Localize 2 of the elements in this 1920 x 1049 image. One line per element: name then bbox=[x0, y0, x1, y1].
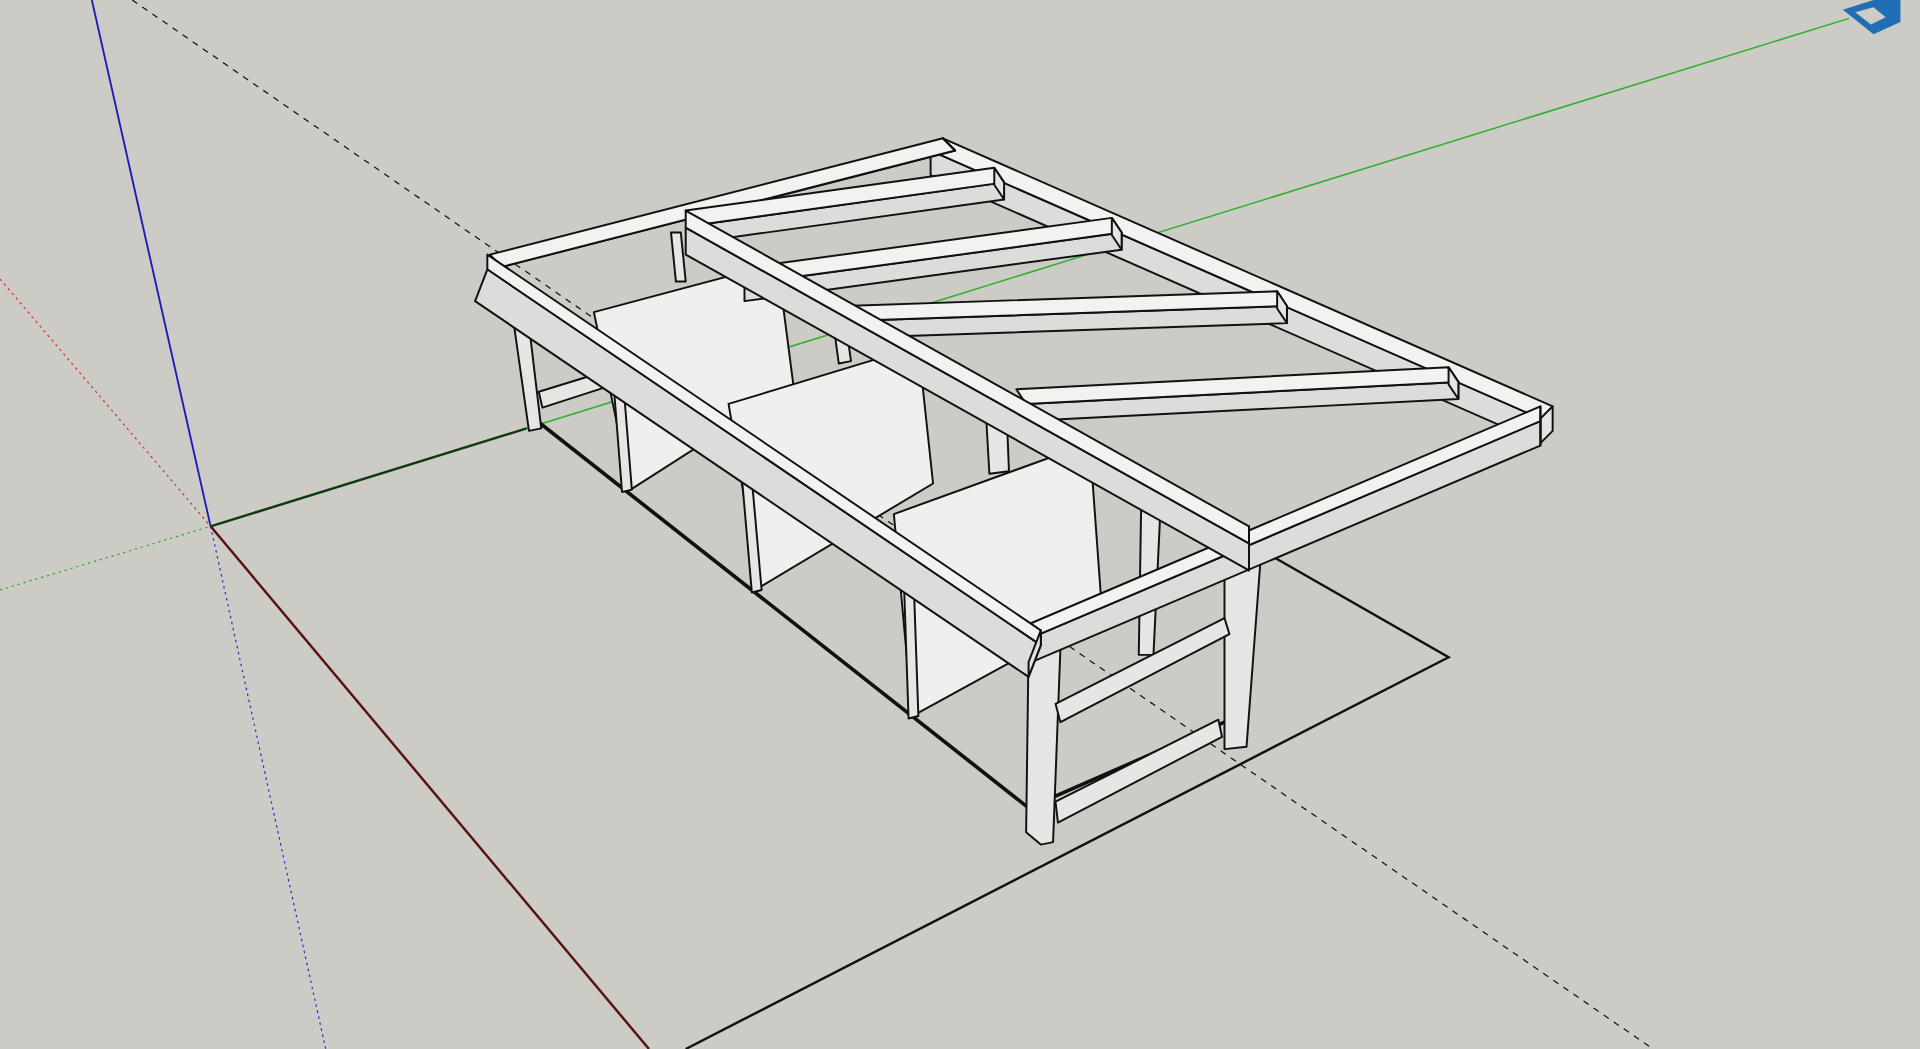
logo-icon bbox=[1842, 0, 1901, 35]
frame-model-drawing[interactable] bbox=[474, 137, 1554, 846]
